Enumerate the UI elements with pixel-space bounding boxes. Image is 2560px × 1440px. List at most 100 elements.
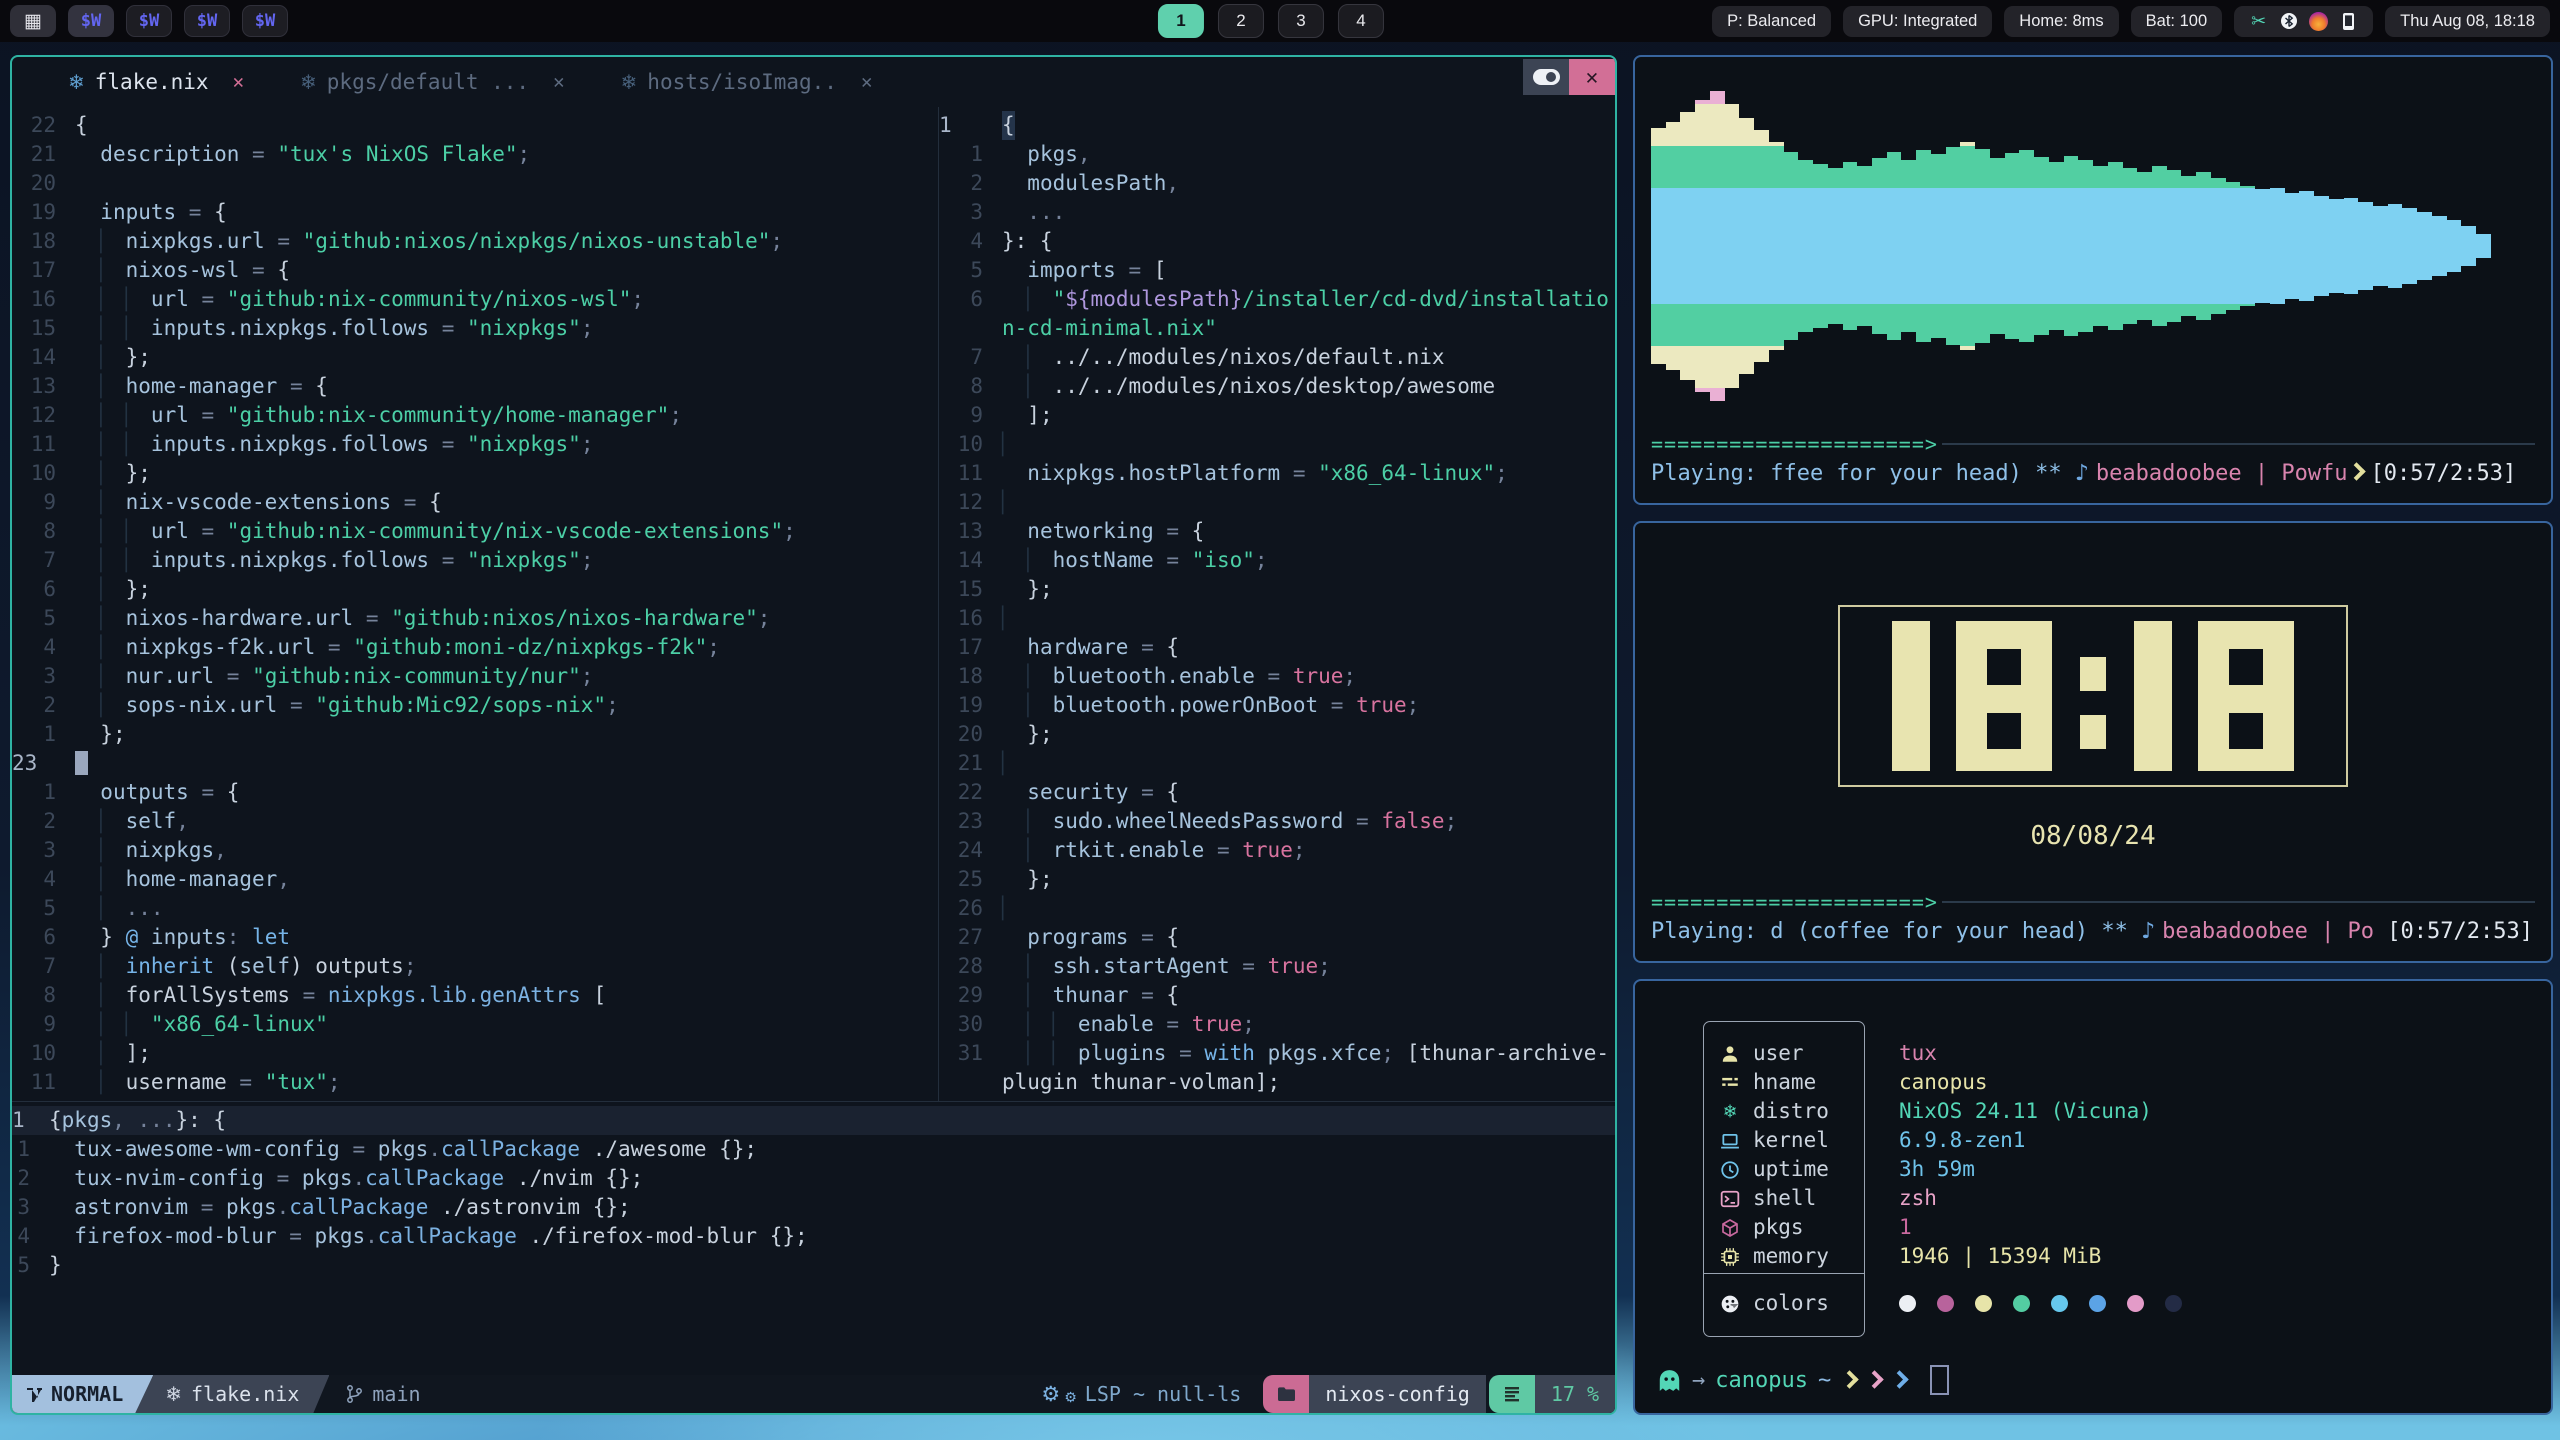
code-line[interactable]: 30 ▏ ▏ enable = true; [939, 1010, 1615, 1039]
code-line[interactable]: 2 modulesPath, [939, 169, 1615, 198]
tab-hosts-isoimage[interactable]: ❄ hosts/isoImag.. ✕ [621, 70, 873, 94]
code-line[interactable]: 20 [12, 169, 938, 198]
scissors-icon[interactable]: ✂ [2249, 12, 2268, 31]
code-line[interactable]: 4 firefox-mod-blur = pkgs.callPackage ./… [12, 1222, 1615, 1251]
close-tab-icon[interactable]: ✕ [553, 71, 564, 93]
workspace-button-3[interactable]: $W [184, 5, 230, 37]
workspace-button-2[interactable]: $W [126, 5, 172, 37]
code-line[interactable]: 7 ▏ inherit (self) outputs; [12, 952, 938, 981]
code-line[interactable]: 19 ▏ bluetooth.powerOnBoot = true; [939, 691, 1615, 720]
code-line[interactable]: 3 astronvim = pkgs.callPackage ./astronv… [12, 1193, 1615, 1222]
code-line[interactable]: 10▏ [939, 430, 1615, 459]
code-line[interactable]: 23 [12, 749, 938, 778]
code-line[interactable]: 3 ▏ nixpkgs, [12, 836, 938, 865]
shell-prompt[interactable]: → canopus ~ [1657, 1365, 1949, 1395]
code-line[interactable]: 15 ▏ ▏ inputs.nixpkgs.follows = "nixpkgs… [12, 314, 938, 343]
toggle-button[interactable] [1523, 59, 1569, 95]
code-line[interactable]: 1 }; [12, 720, 938, 749]
code-line[interactable]: 26▏ [939, 894, 1615, 923]
workspace-button-1[interactable]: $W [68, 5, 114, 37]
code-line[interactable]: 14 ▏ }; [12, 343, 938, 372]
code-line[interactable]: 2 ▏ sops-nix.url = "github:Mic92/sops-ni… [12, 691, 938, 720]
code-line[interactable]: 21▏ [939, 749, 1615, 778]
code-line[interactable]: 18 ▏ bluetooth.enable = true; [939, 662, 1615, 691]
code-line[interactable]: 29 ▏ thunar = { [939, 981, 1615, 1010]
close-tab-icon[interactable]: ✕ [861, 71, 872, 93]
code-line[interactable]: 5 ▏ ... [12, 894, 938, 923]
code-line[interactable]: 6 } @ inputs: let [12, 923, 938, 952]
code-line[interactable]: 3 ... [939, 198, 1615, 227]
code-line[interactable]: 25 }; [939, 865, 1615, 894]
code-line[interactable]: 22 security = { [939, 778, 1615, 807]
code-line[interactable]: 2 ▏ self, [12, 807, 938, 836]
code-line[interactable]: 1{pkgs, ...}: { [12, 1106, 1615, 1135]
code-line[interactable]: 19 inputs = { [12, 198, 938, 227]
code-line[interactable]: 7 ▏ ../../modules/nixos/default.nix [939, 343, 1615, 372]
code-line[interactable]: 11 nixpkgs.hostPlatform = "x86_64-linux"… [939, 459, 1615, 488]
close-window-button[interactable]: ✕ [1569, 59, 1615, 95]
code-line[interactable]: 27 programs = { [939, 923, 1615, 952]
code-line[interactable]: 1 pkgs, [939, 140, 1615, 169]
code-line[interactable]: 4 ▏ home-manager, [12, 865, 938, 894]
tag-3[interactable]: 3 [1278, 4, 1324, 38]
code-line[interactable]: 4}: { [939, 227, 1615, 256]
code-line[interactable]: 1{ [939, 111, 1615, 140]
code-line[interactable]: 28 ▏ ssh.startAgent = true; [939, 952, 1615, 981]
close-tab-icon[interactable]: ✕ [233, 71, 244, 93]
code-line[interactable]: 14 ▏ hostName = "iso"; [939, 546, 1615, 575]
code-line[interactable]: 16▏ [939, 604, 1615, 633]
code-line[interactable]: 23 ▏ sudo.wheelNeedsPassword = false; [939, 807, 1615, 836]
phone-icon[interactable] [2339, 12, 2358, 31]
code-line[interactable]: 18 ▏ nixpkgs.url = "github:nixos/nixpkgs… [12, 227, 938, 256]
code-line[interactable]: 12▏ [939, 488, 1615, 517]
code-pane-left[interactable]: 22{21 description = "tux's NixOS Flake";… [12, 107, 938, 1101]
flame-icon[interactable] [2309, 12, 2328, 31]
neovim-window[interactable]: ❄ flake.nix ✕ ❄ pkgs/default ... ✕ ❄ hos… [10, 55, 1617, 1415]
workspace-button-4[interactable]: $W [242, 5, 288, 37]
code-pane-bottom[interactable]: 1{pkgs, ...}: {1 tux-awesome-wm-config =… [12, 1101, 1615, 1375]
code-line[interactable]: 20 }; [939, 720, 1615, 749]
code-line[interactable]: 1 outputs = { [12, 778, 938, 807]
tag-4[interactable]: 4 [1338, 4, 1384, 38]
code-line[interactable]: 5 imports = [ [939, 256, 1615, 285]
code-line[interactable]: 8 ▏ ▏ url = "github:nix-community/nix-vs… [12, 517, 938, 546]
code-line[interactable]: 7 ▏ ▏ inputs.nixpkgs.follows = "nixpkgs"… [12, 546, 938, 575]
bluetooth-icon[interactable] [2279, 12, 2298, 31]
code-line[interactable]: 3 ▏ nur.url = "github:nix-community/nur"… [12, 662, 938, 691]
terminal-cursor[interactable] [1930, 1365, 1949, 1395]
code-line[interactable]: 17 hardware = { [939, 633, 1615, 662]
terminal-fetch-window[interactable]: → canopus ~ usertuxhnamecanopus❄distroNi… [1633, 979, 2553, 1415]
code-line[interactable]: 10 ▏ ]; [12, 1039, 938, 1068]
tag-2[interactable]: 2 [1218, 4, 1264, 38]
code-line[interactable]: 13 ▏ home-manager = { [12, 372, 938, 401]
code-line[interactable]: 1 tux-awesome-wm-config = pkgs.callPacka… [12, 1135, 1615, 1164]
code-line[interactable]: 16 ▏ ▏ url = "github:nix-community/nixos… [12, 285, 938, 314]
code-line[interactable]: plugin thunar-volman]; [939, 1068, 1615, 1097]
code-line[interactable]: 6 ▏ "${modulesPath}/installer/cd-dvd/ins… [939, 285, 1615, 314]
code-line[interactable]: 17 ▏ nixos-wsl = { [12, 256, 938, 285]
tag-1[interactable]: 1 [1158, 4, 1204, 38]
datetime-pill[interactable]: Thu Aug 08, 18:18 [2385, 6, 2550, 37]
code-line[interactable]: 9 ▏ nix-vscode-extensions = { [12, 488, 938, 517]
layout-button[interactable]: ▦ [10, 5, 56, 37]
code-line[interactable]: 9 ]; [939, 401, 1615, 430]
code-line[interactable]: 13 networking = { [939, 517, 1615, 546]
code-line[interactable]: 9 ▏ ▏ "x86_64-linux" [12, 1010, 938, 1039]
code-line[interactable]: 11 ▏ username = "tux"; [12, 1068, 938, 1097]
code-line[interactable]: 15 }; [939, 575, 1615, 604]
code-pane-right[interactable]: 1{1 pkgs,2 modulesPath,3 ...4}: {5 impor… [939, 107, 1615, 1101]
code-line[interactable]: 8 ▏ ../../modules/nixos/desktop/awesome [939, 372, 1615, 401]
tab-pkgs-default[interactable]: ❄ pkgs/default ... ✕ [300, 70, 565, 94]
code-line[interactable]: 11 ▏ ▏ inputs.nixpkgs.follows = "nixpkgs… [12, 430, 938, 459]
code-line[interactable]: 22{ [12, 111, 938, 140]
code-line[interactable]: 12 ▏ ▏ url = "github:nix-community/home-… [12, 401, 938, 430]
clock-window[interactable]: 08/08/24 =====================> Playing:… [1633, 521, 2553, 963]
code-line[interactable]: 31 ▏ ▏ plugins = with pkgs.xfce; [thunar… [939, 1039, 1615, 1068]
code-line[interactable]: 2 tux-nvim-config = pkgs.callPackage ./n… [12, 1164, 1615, 1193]
code-line[interactable]: 5 ▏ nixos-hardware.url = "github:nixos/n… [12, 604, 938, 633]
code-line[interactable]: n-cd-minimal.nix" [939, 314, 1615, 343]
code-line[interactable]: 24 ▏ rtkit.enable = true; [939, 836, 1615, 865]
code-line[interactable]: 5} [12, 1251, 1615, 1280]
tab-flake-nix[interactable]: ❄ flake.nix ✕ [68, 70, 244, 94]
code-line[interactable]: 6 ▏ }; [12, 575, 938, 604]
